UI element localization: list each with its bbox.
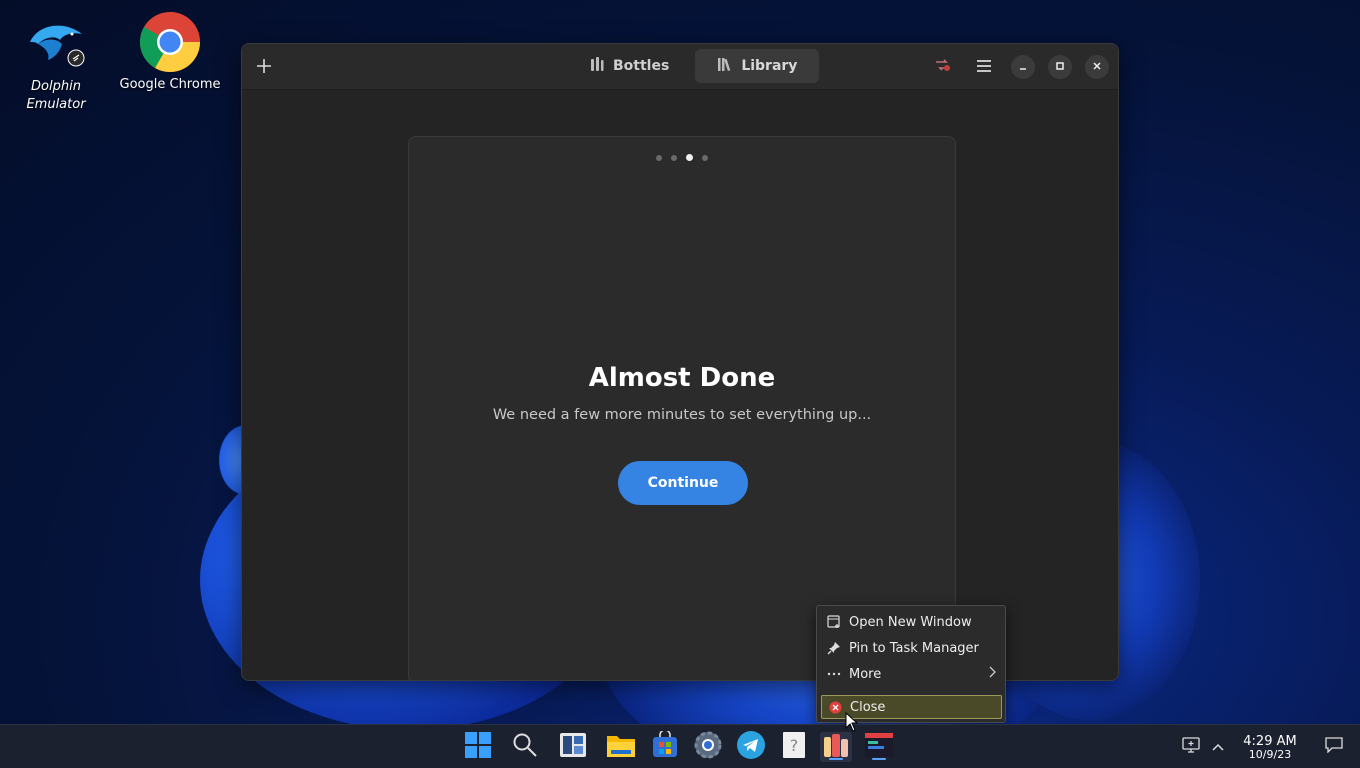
clock-time: 4:29 AM [1243, 734, 1297, 749]
tasks-icon [934, 57, 952, 78]
onboarding-dialog: Almost Done We need a few more minutes t… [408, 136, 956, 680]
desktop-icon-dolphin[interactable]: Dolphin Emulator [4, 12, 108, 114]
clock-date: 10/9/23 [1248, 748, 1292, 761]
notification-icon [1325, 737, 1343, 757]
onboarding-subtitle: We need a few more minutes to set everyt… [492, 407, 872, 423]
store-icon [651, 729, 679, 763]
library-icon [717, 56, 733, 76]
menu-item-label: Pin to Task Manager [849, 640, 979, 656]
minimize-button[interactable] [1011, 55, 1035, 79]
tasks-button[interactable] [928, 52, 958, 82]
maximize-button[interactable] [1048, 55, 1072, 79]
running-indicator [872, 758, 886, 760]
telegram-button[interactable] [735, 730, 767, 764]
bottles-taskbar-button[interactable] [820, 732, 852, 762]
menu-item-label: More [849, 666, 882, 682]
file-manager-icon [606, 732, 636, 762]
help-icon: ? [782, 731, 806, 763]
search-icon [512, 732, 538, 762]
tab-label: Library [741, 58, 798, 74]
desktop-icon-label: Dolphin Emulator [26, 79, 86, 112]
mouse-cursor-icon [845, 711, 859, 732]
hamburger-icon [976, 57, 992, 78]
terminal-taskbar-button[interactable] [863, 732, 895, 762]
close-icon [1092, 60, 1102, 74]
tab-library[interactable]: Library [695, 49, 820, 83]
desktop-icon-label: Google Chrome [119, 77, 221, 92]
view-switcher: Bottles Library [567, 49, 820, 83]
settings-icon [693, 730, 723, 764]
menu-item-label: Open New Window [849, 614, 972, 630]
display-icon [1182, 737, 1200, 757]
onboarding-title: Almost Done [588, 363, 776, 393]
add-button[interactable] [249, 52, 279, 82]
display-tray-button[interactable] [1181, 737, 1201, 757]
minimize-icon [1018, 60, 1028, 74]
main-menu-button[interactable] [969, 52, 999, 82]
file-manager-button[interactable] [605, 732, 637, 762]
running-indicator [829, 758, 843, 760]
telegram-icon [736, 730, 766, 764]
settings-button[interactable] [692, 730, 724, 764]
dolphin-icon [24, 12, 88, 76]
close-button[interactable] [1085, 55, 1109, 79]
more-icon [827, 667, 841, 681]
chevron-up-icon [1212, 740, 1224, 755]
maximize-icon [1055, 60, 1065, 74]
tray-expand-button[interactable] [1208, 737, 1228, 757]
start-icon [464, 731, 492, 763]
window-content: Almost Done We need a few more minutes t… [242, 90, 1118, 680]
clock[interactable]: 4:29 AM 10/9/23 [1232, 735, 1308, 761]
bottles-icon [589, 56, 605, 76]
page-dot-active[interactable] [686, 154, 693, 161]
plus-icon [257, 57, 271, 78]
tab-label: Bottles [613, 58, 670, 74]
pin-icon [827, 641, 841, 655]
desktop-icon-chrome[interactable]: Google Chrome [118, 10, 222, 94]
task-view-button[interactable] [557, 732, 589, 762]
header-bar: Bottles Library [242, 44, 1118, 90]
new-window-icon [827, 615, 841, 629]
notifications-button[interactable] [1324, 737, 1344, 757]
search-button[interactable] [509, 732, 541, 762]
chrome-icon [138, 10, 202, 74]
page-dot[interactable] [671, 155, 677, 161]
menu-item-pin[interactable]: Pin to Task Manager [821, 636, 1002, 660]
tab-bottles[interactable]: Bottles [567, 49, 691, 83]
continue-button[interactable]: Continue [618, 461, 748, 505]
page-dot[interactable] [656, 155, 662, 161]
chevron-right-icon [988, 666, 996, 682]
menu-item-open-new-window[interactable]: Open New Window [821, 610, 1002, 634]
store-button[interactable] [649, 729, 681, 763]
task-view-icon [559, 732, 587, 762]
help-button[interactable]: ? [778, 732, 810, 762]
page-dot[interactable] [702, 155, 708, 161]
svg-text:?: ? [790, 736, 799, 755]
start-button[interactable] [462, 732, 494, 762]
bottles-window: Bottles Library Almost Done We need a fe… [241, 43, 1119, 681]
taskbar: ? 4:29 AM 10/9/23 [0, 724, 1360, 768]
carousel-indicator [409, 154, 955, 161]
taskbar-context-menu: Open New Window Pin to Task Manager More… [816, 605, 1006, 723]
close-circle-icon [828, 700, 842, 714]
menu-item-more[interactable]: More [821, 662, 1002, 686]
